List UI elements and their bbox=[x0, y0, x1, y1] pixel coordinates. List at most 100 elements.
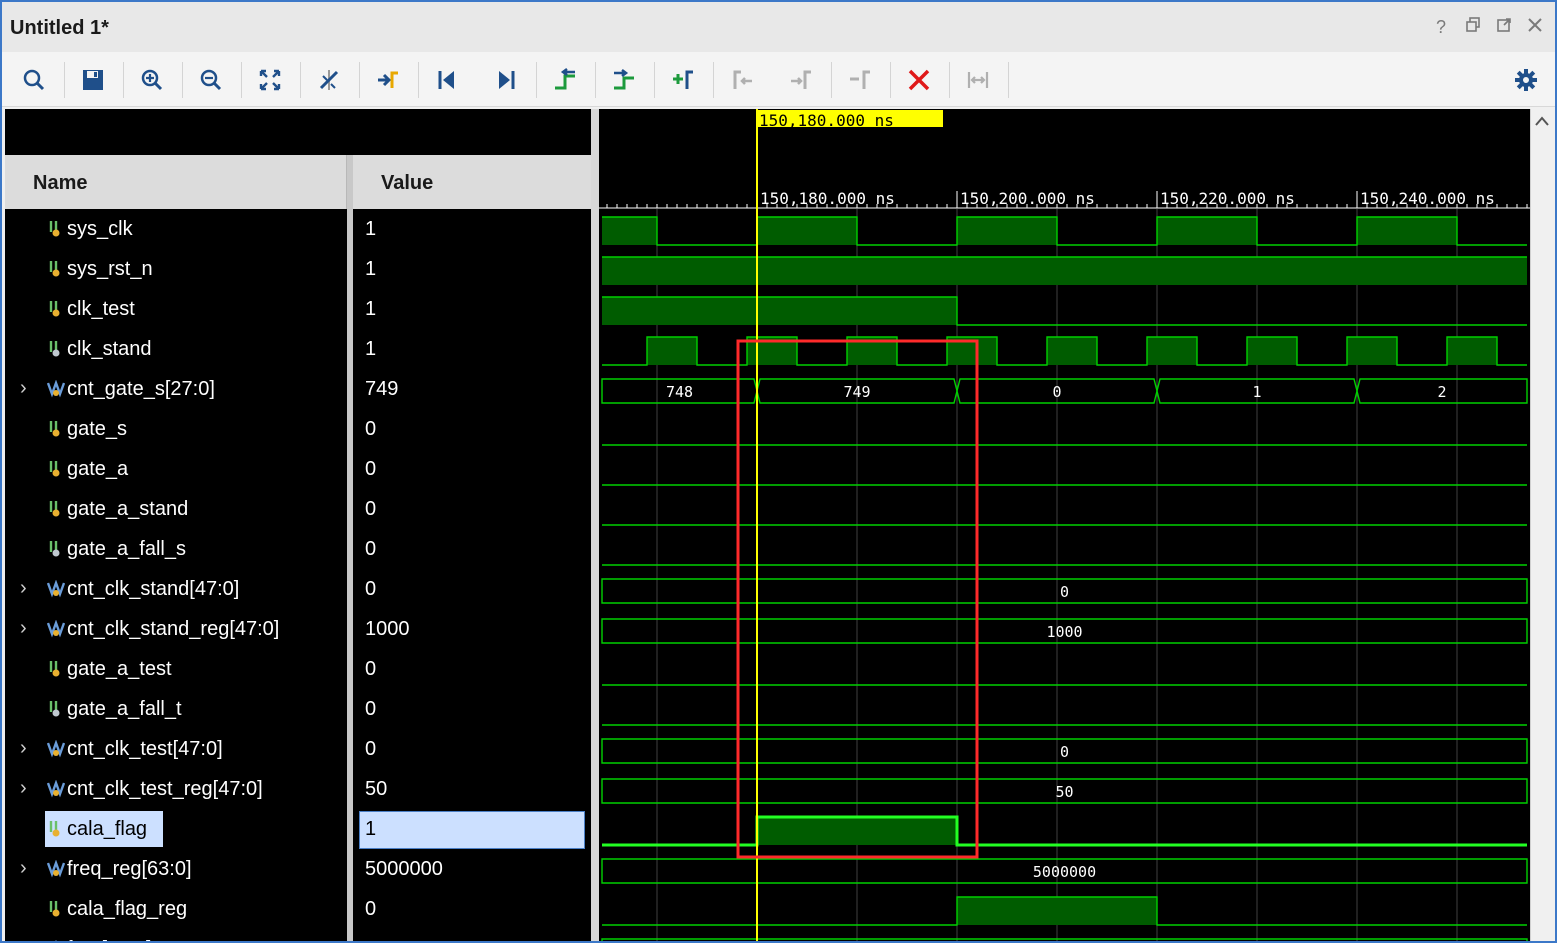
add-marker-icon[interactable] bbox=[663, 60, 703, 100]
bus-value-label: 749 bbox=[843, 383, 870, 401]
red-x-icon[interactable] bbox=[899, 60, 939, 100]
signal-row-cnt-clk-test-reg[interactable]: › cnt_clk_test_reg[47:0] bbox=[5, 769, 347, 809]
input-signal-icon bbox=[47, 540, 65, 558]
wave-high-fill bbox=[757, 817, 957, 845]
waveform-panel[interactable]: 150,180.000 ns 150,180.000 ns 150,200.000 … bbox=[599, 109, 1530, 943]
selected-value-highlight bbox=[359, 811, 585, 849]
ruler-tick-label: 150,240.000 ns bbox=[1360, 189, 1495, 208]
next-marker-icon bbox=[781, 60, 821, 100]
scalar-signal-icon bbox=[47, 900, 65, 918]
signal-row-cnt-clk-test[interactable]: › cnt_clk_test[47:0] bbox=[5, 729, 347, 769]
help-icon[interactable]: ? bbox=[1430, 16, 1452, 38]
signal-value-row[interactable]: 0 bbox=[353, 569, 591, 609]
wave-high-fill bbox=[602, 297, 957, 325]
signal-name: gate_a_fall_s bbox=[67, 538, 186, 560]
signal-name-list: sys_clk sys_rst_n clk_test clk_stand › cnt_ga… bbox=[5, 209, 347, 941]
signal-value-row[interactable]: 0 bbox=[353, 409, 591, 449]
magnifier-icon[interactable] bbox=[14, 60, 54, 100]
signal-row-cnt-clk-stand-reg[interactable]: › cnt_clk_stand_reg[47:0] bbox=[5, 609, 347, 649]
signal-row-cnt-gate-s[interactable]: › cnt_gate_s[27:0] bbox=[5, 369, 347, 409]
bus-value-label: 1 bbox=[1252, 383, 1261, 401]
restore-icon[interactable] bbox=[1462, 16, 1484, 38]
expand-chevron-icon[interactable]: › bbox=[20, 737, 27, 760]
signal-row-gate-a[interactable]: gate_a bbox=[5, 449, 347, 489]
signal-row-cala-flag-reg[interactable]: cala_flag_reg bbox=[5, 889, 347, 929]
signal-value-row[interactable]: 1 bbox=[353, 249, 591, 289]
bus-signal-icon bbox=[46, 739, 66, 758]
signal-value-row[interactable]: 1000 bbox=[353, 609, 591, 649]
floppy-icon[interactable] bbox=[73, 60, 113, 100]
signal-value-row[interactable]: 0 bbox=[353, 689, 591, 729]
zoom-in-icon[interactable] bbox=[132, 60, 172, 100]
signal-value-row[interactable]: 749 bbox=[353, 369, 591, 409]
signal-value-row[interactable]: 0 bbox=[353, 729, 591, 769]
signal-value-row[interactable]: 0 bbox=[353, 889, 591, 929]
prev-transition-icon[interactable] bbox=[545, 60, 585, 100]
signal-value-row[interactable]: 0 bbox=[353, 489, 591, 529]
ruler-tick-label: 150,180.000 ns bbox=[760, 189, 895, 208]
signal-value-row[interactable]: 1 bbox=[353, 329, 591, 369]
float-icon[interactable] bbox=[1493, 16, 1515, 38]
value-column-header[interactable]: Value bbox=[353, 155, 591, 209]
bus-value-label: 5000000 bbox=[1033, 863, 1096, 881]
signal-row-freq-reg[interactable]: › freq_reg[63:0] bbox=[5, 849, 347, 889]
signal-name: cnt_clk_test_reg[47:0] bbox=[67, 778, 263, 800]
expand-chevron-icon[interactable]: › bbox=[20, 377, 27, 400]
signal-value-row[interactable]: 1 bbox=[353, 809, 591, 849]
signal-value-row[interactable]: 5000000 bbox=[353, 849, 591, 889]
signal-value: 749 bbox=[365, 378, 399, 400]
expand-chevron-icon[interactable]: › bbox=[20, 777, 27, 800]
signal-value-row[interactable]: 0 bbox=[353, 649, 591, 689]
signal-value: 0 bbox=[365, 458, 377, 480]
vertical-scrollbar[interactable] bbox=[1530, 109, 1555, 941]
scalar-signal-icon bbox=[47, 660, 65, 678]
waveform-canvas[interactable]: 150,180.000 ns 150,180.000 ns 150,200.000 … bbox=[599, 109, 1530, 943]
signal-value-row[interactable]: 0 bbox=[353, 529, 591, 569]
signal-row-gate-s[interactable]: gate_s bbox=[5, 409, 347, 449]
signal-value-row[interactable]: 5000000 bbox=[353, 929, 591, 941]
signal-row-gate-a-fall-t[interactable]: gate_a_fall_t bbox=[5, 689, 347, 729]
signal-name: gate_a_fall_t bbox=[67, 698, 182, 720]
signal-name: sys_clk bbox=[67, 218, 133, 240]
scroll-up-icon[interactable] bbox=[1535, 113, 1549, 131]
signal-row-gate-a-stand[interactable]: gate_a_stand bbox=[5, 489, 347, 529]
panel-splitter[interactable] bbox=[591, 109, 599, 941]
signal-row-cala-flag[interactable]: cala_flag bbox=[5, 809, 347, 849]
signal-row-clk-test[interactable]: clk_test bbox=[5, 289, 347, 329]
signal-row-gate-a-fall-s[interactable]: gate_a_fall_s bbox=[5, 529, 347, 569]
name-column-header[interactable]: Name bbox=[5, 155, 347, 209]
signal-row-sys-rst-n[interactable]: sys_rst_n bbox=[5, 249, 347, 289]
expand-chevron-icon[interactable]: › bbox=[20, 937, 27, 941]
signal-row-gate-a-test[interactable]: gate_a_test bbox=[5, 649, 347, 689]
signal-value-row[interactable]: 1 bbox=[353, 289, 591, 329]
signal-name: freq_reg[63:0] bbox=[67, 858, 192, 880]
signal-value-row[interactable]: 0 bbox=[353, 449, 591, 489]
signal-value: 0 bbox=[365, 698, 377, 720]
expand-chevron-icon[interactable]: › bbox=[20, 617, 27, 640]
first-icon[interactable] bbox=[427, 60, 467, 100]
signal-name: cala_flag bbox=[67, 818, 148, 840]
wave-high-fill bbox=[602, 257, 1527, 285]
signal-value-row[interactable]: 1 bbox=[353, 209, 591, 249]
signal-value-row[interactable]: 50 bbox=[353, 769, 591, 809]
close-icon[interactable] bbox=[1524, 16, 1546, 38]
bus-value-label: 748 bbox=[666, 383, 693, 401]
wave-high-fill bbox=[957, 897, 1157, 925]
gear-icon[interactable] bbox=[1506, 60, 1546, 100]
ruler-tick-label: 150,200.000 ns bbox=[960, 189, 1095, 208]
zoom-out-icon[interactable] bbox=[191, 60, 231, 100]
go-cursor-icon[interactable] bbox=[368, 60, 408, 100]
next-transition-icon[interactable] bbox=[604, 60, 644, 100]
expand-chevron-icon[interactable]: › bbox=[20, 857, 27, 880]
cursor-zoom-icon[interactable] bbox=[309, 60, 349, 100]
signal-row-freq[interactable]: › freq[63:0] bbox=[5, 929, 347, 941]
signal-row-sys-clk[interactable]: sys_clk bbox=[5, 209, 347, 249]
zoom-fit-icon[interactable] bbox=[250, 60, 290, 100]
signal-row-cnt-clk-stand[interactable]: › cnt_clk_stand[47:0] bbox=[5, 569, 347, 609]
wave-high-fill bbox=[1447, 337, 1497, 365]
signal-value: 1 bbox=[365, 818, 377, 840]
expand-chevron-icon[interactable]: › bbox=[20, 577, 27, 600]
signal-row-clk-stand[interactable]: clk_stand bbox=[5, 329, 347, 369]
signal-name: cnt_clk_stand[47:0] bbox=[67, 578, 240, 600]
last-icon[interactable] bbox=[486, 60, 526, 100]
